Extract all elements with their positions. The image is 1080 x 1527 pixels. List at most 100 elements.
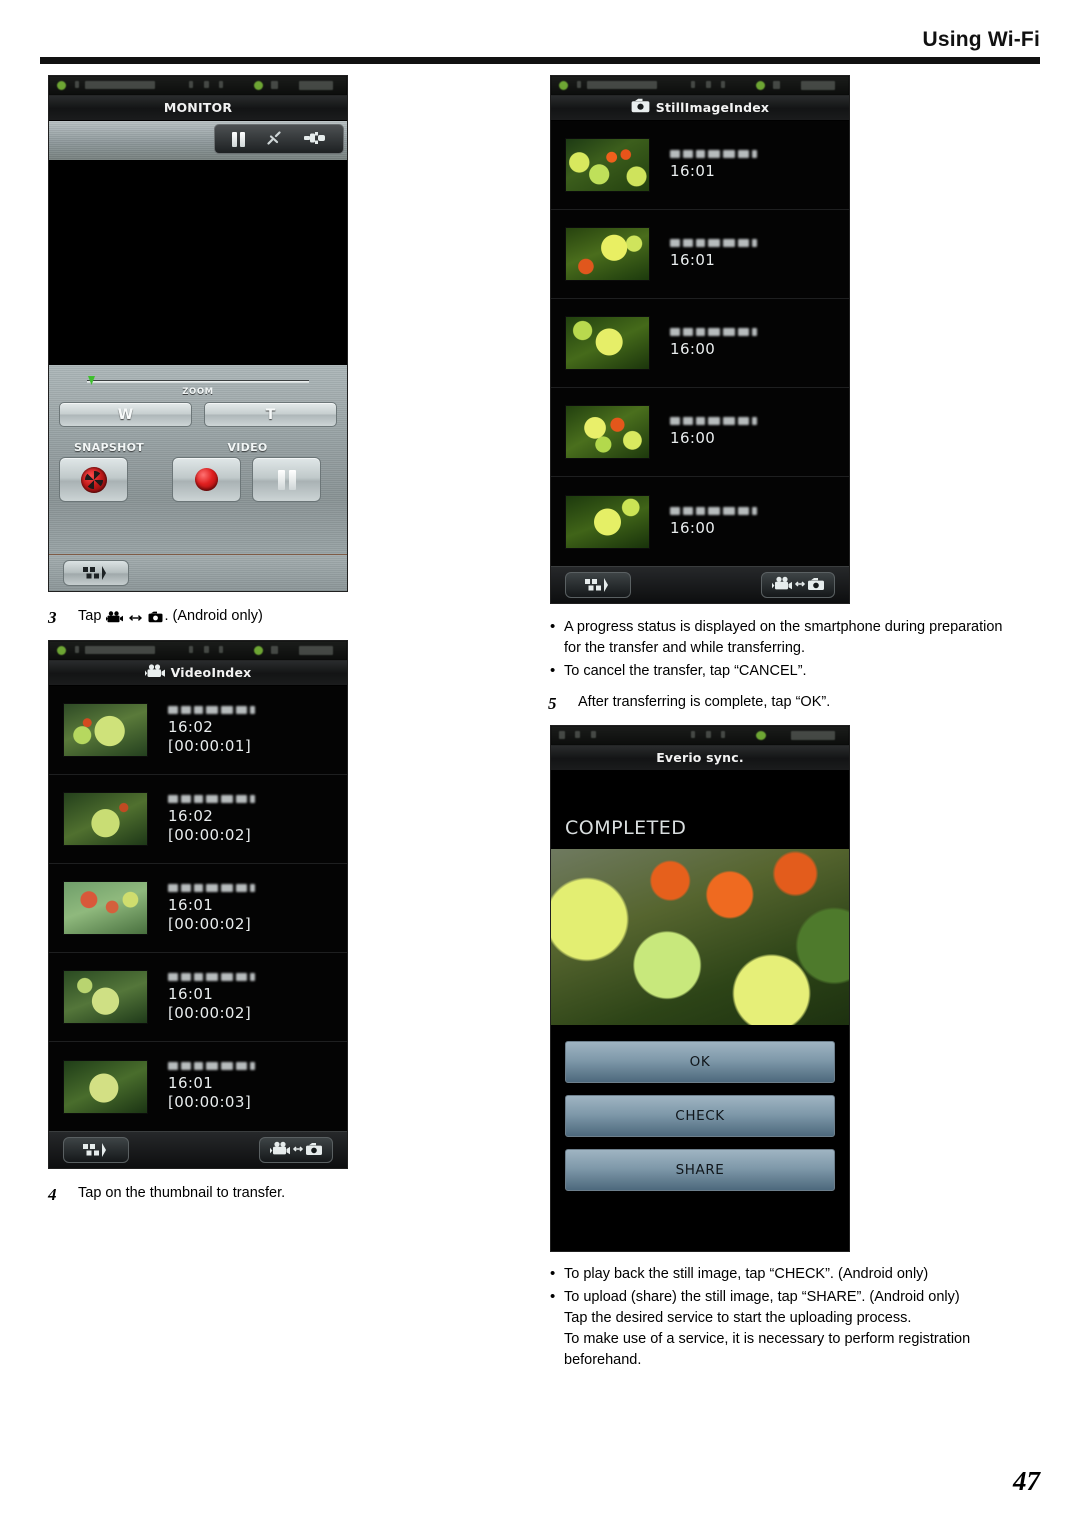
sync-bottom-spacer xyxy=(551,1209,849,1252)
step-5-number: 5 xyxy=(548,694,557,714)
capture-buttons-row xyxy=(59,457,337,502)
zoom-wide-button[interactable]: W xyxy=(59,402,192,427)
status-icon-b xyxy=(204,646,209,654)
video-pause-button[interactable] xyxy=(252,457,321,502)
index-button[interactable] xyxy=(565,572,631,598)
status-icon-b xyxy=(591,731,596,739)
row-date-blurred xyxy=(670,417,757,425)
still-thumbnail[interactable] xyxy=(565,138,650,192)
status-clock xyxy=(299,81,333,90)
index-grid-icon xyxy=(83,1143,106,1158)
list-item[interactable]: 16:02 [00:00:02] xyxy=(49,775,347,865)
list-item[interactable]: 16:00 xyxy=(551,299,849,388)
note-line-1: To play back the still image, tap “CHECK… xyxy=(564,1266,929,1283)
snapshot-button[interactable] xyxy=(59,457,128,502)
list-item[interactable]: 16:01 [00:00:02] xyxy=(49,953,347,1043)
transferred-image-preview[interactable] xyxy=(551,849,849,1026)
status-icon-e xyxy=(721,731,725,739)
row-time: 16:01 xyxy=(168,895,214,914)
row-meta: 16:02 [00:00:01] xyxy=(168,705,255,755)
left-column: MONITOR ZOOM W T SNAPSHOT VIDEO 3 Tap . … xyxy=(48,75,548,1207)
capture-labels-row: SNAPSHOT VIDEO xyxy=(59,441,337,454)
plug-icon[interactable] xyxy=(303,130,326,149)
note-line-4: beforehand. xyxy=(564,1352,642,1369)
zoom-tele-button[interactable]: T xyxy=(204,402,337,427)
note-item: To cancel the transfer, tap “CANCEL”. xyxy=(548,660,1048,682)
android-status-bar xyxy=(49,76,347,95)
index-grid-icon xyxy=(585,578,608,592)
status-icon-b xyxy=(204,81,209,88)
status-clock xyxy=(299,646,333,656)
video-thumbnail[interactable] xyxy=(63,970,148,1025)
link-icon[interactable] xyxy=(265,130,283,149)
row-date-blurred xyxy=(168,972,255,981)
row-duration: [00:00:01] xyxy=(168,736,252,755)
everio-sync-title-label: Everio sync. xyxy=(656,750,744,766)
video-camera-icon xyxy=(144,663,165,682)
still-thumbnail[interactable] xyxy=(565,494,650,549)
step-4-number: 4 xyxy=(48,1185,57,1205)
status-green-icon xyxy=(559,81,568,90)
row-time: 16:01 xyxy=(168,984,214,1003)
row-meta: 16:00 xyxy=(670,417,757,447)
android-status-bar xyxy=(551,76,849,95)
list-item[interactable]: 16:00 xyxy=(551,477,849,566)
index-button[interactable] xyxy=(63,1137,129,1164)
list-item[interactable]: 16:01 xyxy=(551,121,849,210)
list-item[interactable]: 16:02 [00:00:01] xyxy=(49,686,347,776)
index-grid-icon xyxy=(83,566,106,580)
step-4: 4 Tap on the thumbnail to transfer. xyxy=(48,1183,548,1207)
status-icon-c xyxy=(219,81,223,88)
note-item: A progress status is displayed on the sm… xyxy=(548,616,1048,659)
monitor-title-bar: MONITOR xyxy=(49,95,347,121)
monitor-button-pad[interactable] xyxy=(214,124,344,154)
video-thumbnail[interactable] xyxy=(63,792,148,847)
video-thumbnail[interactable] xyxy=(63,703,148,758)
media-toggle-button[interactable] xyxy=(761,572,835,598)
check-button[interactable]: CHECK xyxy=(565,1095,835,1138)
page-title: Using Wi-Fi xyxy=(922,28,1040,51)
record-dot-icon xyxy=(195,468,218,491)
snapshot-label: SNAPSHOT xyxy=(73,441,145,454)
status-signal-icon xyxy=(271,81,278,89)
status-notification-icon xyxy=(85,81,155,89)
status-icon-d xyxy=(706,731,711,739)
video-thumbnail[interactable] xyxy=(63,881,148,936)
pause-icon[interactable] xyxy=(232,131,246,147)
video-thumbnail[interactable] xyxy=(63,1059,148,1114)
ok-button[interactable]: OK xyxy=(565,1041,835,1084)
index-button[interactable] xyxy=(63,560,129,586)
right-column: StillImageIndex 16:01 16:01 16:00 16:00 … xyxy=(548,75,1048,1373)
row-duration: [00:00:02] xyxy=(168,914,252,933)
list-item[interactable]: 16:01 xyxy=(551,210,849,299)
status-icon-a xyxy=(189,646,193,654)
video-camera-icon xyxy=(106,609,124,630)
zoom-slider[interactable] xyxy=(87,376,309,385)
row-time: 16:02 xyxy=(168,717,214,736)
status-small-icon xyxy=(559,731,565,740)
row-duration: [00:00:02] xyxy=(168,1003,252,1022)
list-item[interactable]: 16:01 [00:00:02] xyxy=(49,864,347,954)
monitor-screenshot: MONITOR ZOOM W T SNAPSHOT VIDEO xyxy=(48,75,348,592)
share-button[interactable]: SHARE xyxy=(565,1149,835,1192)
still-thumbnail[interactable] xyxy=(565,227,650,281)
note-line-1: To cancel the transfer, tap “CANCEL”. xyxy=(564,663,807,680)
video-record-button[interactable] xyxy=(172,457,241,502)
video-camera-toggle-icon xyxy=(771,576,825,595)
note-line-3: To make use of a service, it is necessar… xyxy=(564,1331,971,1348)
android-status-bar xyxy=(49,641,347,661)
still-thumbnail[interactable] xyxy=(565,316,650,370)
status-icon-b xyxy=(706,81,711,88)
media-toggle-button[interactable] xyxy=(259,1137,333,1164)
row-date-blurred xyxy=(168,705,255,714)
notes-top: A progress status is displayed on the sm… xyxy=(548,616,1048,682)
still-thumbnail[interactable] xyxy=(565,405,650,459)
everio-sync-title-bar: Everio sync. xyxy=(551,745,849,772)
list-item[interactable]: 16:01 [00:00:03] xyxy=(49,1042,347,1132)
monitor-live-view[interactable] xyxy=(49,160,347,365)
list-item[interactable]: 16:00 xyxy=(551,388,849,477)
status-clock xyxy=(801,81,835,90)
monitor-title-label: MONITOR xyxy=(163,100,233,115)
row-date-blurred xyxy=(168,794,255,803)
android-status-bar xyxy=(551,726,849,746)
